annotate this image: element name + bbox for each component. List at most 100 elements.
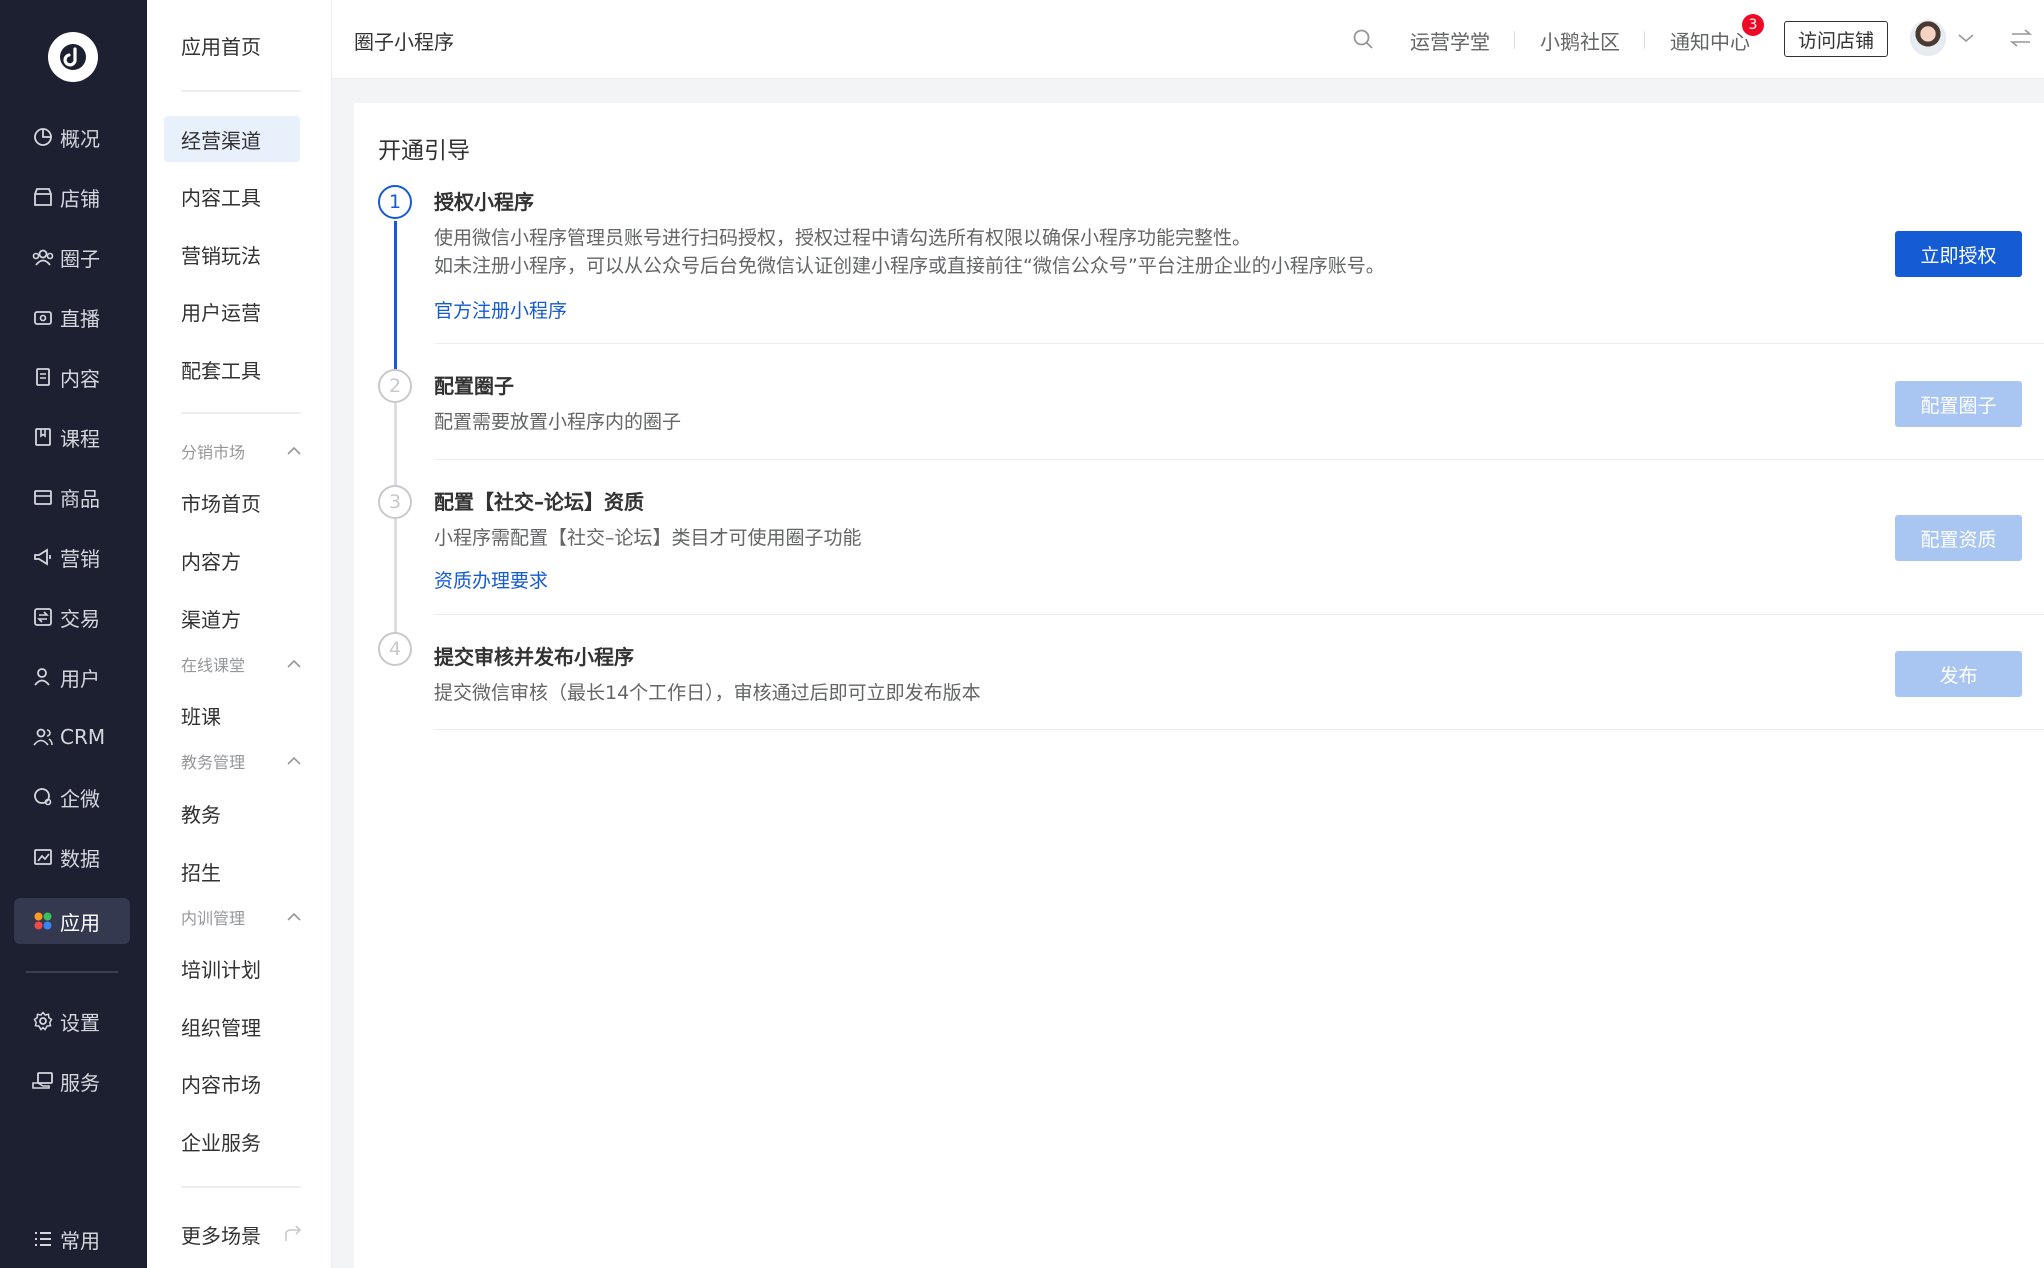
step-connector <box>394 403 397 491</box>
sub-item-app-home[interactable]: 应用首页 <box>164 22 300 68</box>
nav-label: 常用 <box>60 1228 100 1253</box>
nav-item-settings[interactable]: 设置 <box>14 998 130 1044</box>
nav-label: 服务 <box>60 1070 100 1095</box>
nav-label: 课程 <box>60 426 100 451</box>
nav-item-content[interactable]: 内容 <box>14 354 130 400</box>
page-title: 圈子小程序 <box>354 30 454 54</box>
group-training[interactable]: 内训管理 <box>181 902 301 932</box>
avatar[interactable] <box>1910 20 1946 56</box>
chevron-down-icon[interactable] <box>1958 33 1974 43</box>
nav-item-marketing[interactable]: 营销 <box>14 534 130 580</box>
ops-academy-link[interactable]: 运营学堂 <box>1410 26 1490 55</box>
sub-item-channel-party[interactable]: 渠道方 <box>164 595 300 641</box>
step-divider <box>434 729 2044 730</box>
brand-logo[interactable] <box>48 32 98 82</box>
goods-icon <box>32 486 54 508</box>
group-edu-admin[interactable]: 教务管理 <box>181 746 301 776</box>
qualification-requirements-link[interactable]: 资质办理要求 <box>434 566 548 593</box>
sub-item-channels[interactable]: 经营渠道 <box>164 116 300 162</box>
step-divider <box>434 459 2044 460</box>
nav-label: 用户 <box>60 666 100 691</box>
top-header: 圈子小程序 运营学堂 小鹅社区 通知中心 3 访问店铺 <box>332 0 2044 79</box>
publish-button[interactable]: 发布 <box>1895 651 2022 697</box>
sub-item-content-party[interactable]: 内容方 <box>164 537 300 583</box>
switch-icon[interactable] <box>2010 28 2032 48</box>
step-title: 配置【社交–论坛】资质 <box>434 490 644 514</box>
nav-item-live[interactable]: 直播 <box>14 294 130 340</box>
step-number: 3 <box>378 485 412 519</box>
sub-item-class[interactable]: 班课 <box>164 692 300 738</box>
step-description: 配置需要放置小程序内的圈子 <box>434 411 682 433</box>
main-nav: 概况 店铺 圈子 直播 内容 课程 商品 营销 交易 用户 CRM 企微 数据 … <box>0 0 147 1268</box>
nav-item-data[interactable]: 数据 <box>14 834 130 880</box>
sub-item-enroll[interactable]: 招生 <box>164 848 300 894</box>
nav-label: 设置 <box>60 1010 100 1035</box>
step-connector <box>394 221 397 371</box>
sub-item-marketing[interactable]: 营销玩法 <box>164 231 300 277</box>
apps-icon <box>32 910 54 932</box>
step-title: 配置圈子 <box>434 374 514 398</box>
nav-label: 应用 <box>60 910 100 935</box>
nav-item-user[interactable]: 用户 <box>14 654 130 700</box>
nav-label: 概况 <box>60 126 100 151</box>
nav-item-trade[interactable]: 交易 <box>14 594 130 640</box>
sub-item-training-plan[interactable]: 培训计划 <box>164 945 300 991</box>
marketing-icon <box>32 546 54 568</box>
logo-icon <box>60 44 86 70</box>
nav-item-overview[interactable]: 概况 <box>14 114 130 160</box>
nav-item-course[interactable]: 课程 <box>14 414 130 460</box>
sub-item-market-home[interactable]: 市场首页 <box>164 479 300 525</box>
nav-item-circle[interactable]: 圈子 <box>14 234 130 280</box>
sub-divider <box>181 1186 301 1188</box>
group-distribution[interactable]: 分销市场 <box>181 436 301 466</box>
nav-item-crm[interactable]: CRM <box>14 714 130 760</box>
wecom-icon <box>32 786 54 808</box>
more-scenes-link[interactable]: 更多场景 <box>164 1211 304 1257</box>
header-separator <box>1514 31 1515 49</box>
authorize-button[interactable]: 立即授权 <box>1895 231 2022 277</box>
group-label: 内训管理 <box>181 909 246 928</box>
nav-label: 数据 <box>60 846 100 871</box>
group-label: 教务管理 <box>181 753 246 772</box>
sub-item-user-ops[interactable]: 用户运营 <box>164 288 300 334</box>
nav-label: 店铺 <box>60 186 100 211</box>
nav-label: 内容 <box>60 366 100 391</box>
sub-item-content-market[interactable]: 内容市场 <box>164 1060 300 1106</box>
nav-item-wecom[interactable]: 企微 <box>14 774 130 820</box>
nav-item-goods[interactable]: 商品 <box>14 474 130 520</box>
nav-item-store[interactable]: 店铺 <box>14 174 130 220</box>
notification-center-link[interactable]: 通知中心 <box>1670 26 1750 55</box>
sub-divider <box>181 90 301 92</box>
service-icon <box>32 1070 54 1092</box>
group-label: 在线课堂 <box>181 656 246 675</box>
sub-item-content-tools[interactable]: 内容工具 <box>164 173 300 219</box>
visit-store-button[interactable]: 访问店铺 <box>1784 21 1888 57</box>
search-icon[interactable] <box>1352 28 1374 50</box>
common-icon <box>32 1228 54 1250</box>
step-number: 2 <box>378 369 412 403</box>
user-icon <box>32 666 54 688</box>
configure-circle-button[interactable]: 配置圈子 <box>1895 381 2022 427</box>
nav-item-apps[interactable]: 应用 <box>14 898 130 944</box>
header-separator <box>1644 31 1645 49</box>
nav-item-common[interactable]: 常用 <box>14 1216 130 1262</box>
data-icon <box>32 846 54 868</box>
step-number: 4 <box>378 632 412 666</box>
chevron-up-icon <box>287 446 301 455</box>
group-online-class[interactable]: 在线课堂 <box>181 649 301 679</box>
nav-label: 营销 <box>60 546 100 571</box>
sub-divider <box>181 412 301 414</box>
store-icon <box>32 186 54 208</box>
sub-item-enterprise-service[interactable]: 企业服务 <box>164 1118 300 1164</box>
sub-item-edu[interactable]: 教务 <box>164 790 300 836</box>
configure-qualification-button[interactable]: 配置资质 <box>1895 515 2022 561</box>
step-description: 使用微信小程序管理员账号进行扫码授权，授权过程中请勾选所有权限以确保小程序功能完… <box>434 227 1252 249</box>
step-divider <box>434 614 2044 615</box>
official-register-link[interactable]: 官方注册小程序 <box>434 296 567 323</box>
sub-item-support-tools[interactable]: 配套工具 <box>164 346 300 392</box>
sub-item-org-manage[interactable]: 组织管理 <box>164 1003 300 1049</box>
more-label: 更多场景 <box>181 1223 261 1248</box>
nav-item-service[interactable]: 服务 <box>14 1058 130 1104</box>
overview-icon <box>32 126 54 148</box>
community-link[interactable]: 小鹅社区 <box>1540 26 1620 55</box>
